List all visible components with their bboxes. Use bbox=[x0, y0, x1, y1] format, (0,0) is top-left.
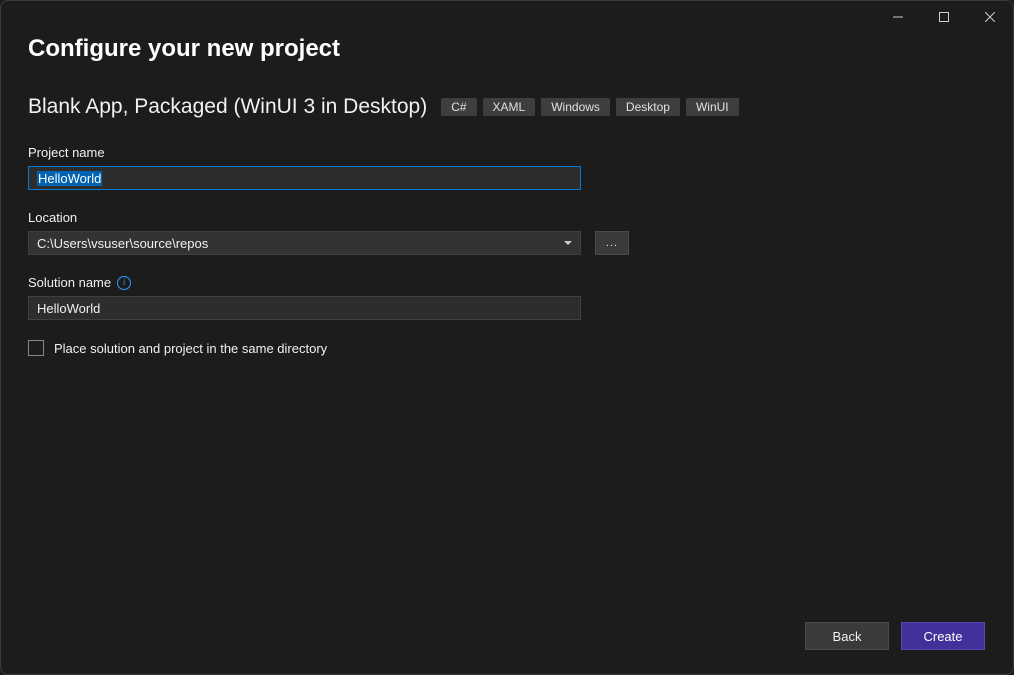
tag: WinUI bbox=[686, 98, 739, 116]
tag: Windows bbox=[541, 98, 610, 116]
location-label: Location bbox=[28, 210, 986, 225]
tag: XAML bbox=[483, 98, 536, 116]
maximize-button[interactable] bbox=[921, 1, 967, 33]
template-name: Blank App, Packaged (WinUI 3 in Desktop) bbox=[28, 95, 427, 119]
same-directory-label: Place solution and project in the same d… bbox=[54, 341, 327, 356]
create-button[interactable]: Create bbox=[901, 622, 985, 650]
minimize-button[interactable] bbox=[875, 1, 921, 33]
same-directory-checkbox[interactable] bbox=[28, 340, 44, 356]
chevron-down-icon bbox=[564, 241, 572, 245]
tag: C# bbox=[441, 98, 476, 116]
project-name-input[interactable]: HelloWorld bbox=[28, 166, 581, 190]
solution-name-label: Solution name bbox=[28, 275, 111, 290]
project-name-label: Project name bbox=[28, 145, 986, 160]
tag: Desktop bbox=[616, 98, 680, 116]
solution-name-input[interactable] bbox=[28, 296, 581, 320]
location-combobox[interactable]: C:\Users\vsuser\source\repos bbox=[28, 231, 581, 255]
page-title: Configure your new project bbox=[28, 35, 986, 63]
template-tags: C# XAML Windows Desktop WinUI bbox=[441, 98, 738, 116]
info-icon[interactable]: i bbox=[117, 276, 131, 290]
browse-button[interactable]: ... bbox=[595, 231, 629, 255]
close-button[interactable] bbox=[967, 1, 1013, 33]
back-button[interactable]: Back bbox=[805, 622, 889, 650]
location-value: C:\Users\vsuser\source\repos bbox=[37, 236, 208, 251]
